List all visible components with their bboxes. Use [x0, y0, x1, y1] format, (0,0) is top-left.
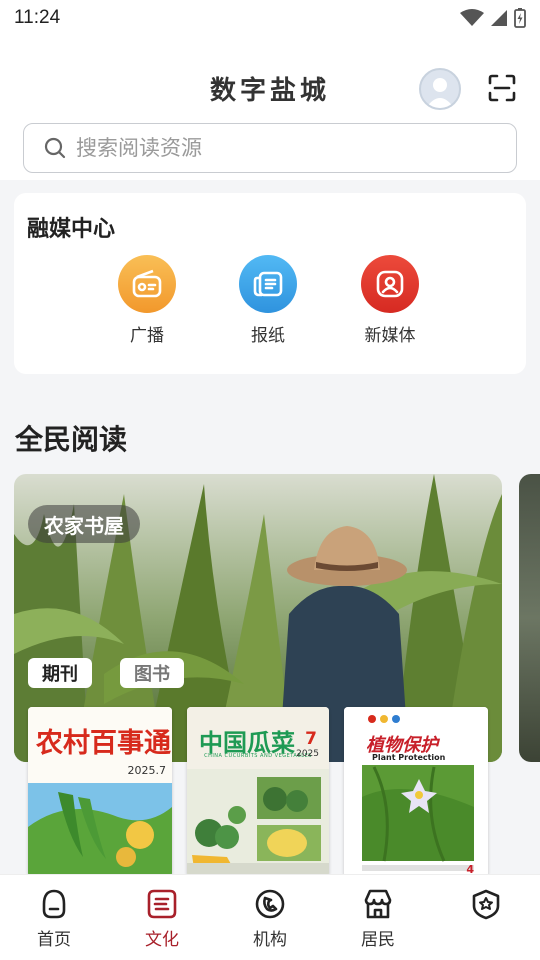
nav-service[interactable]: [432, 875, 540, 960]
battery-icon: [514, 8, 526, 28]
scan-icon: [488, 74, 516, 102]
search-input[interactable]: [76, 136, 476, 160]
radio-icon: [132, 269, 162, 298]
tab-books[interactable]: 图书: [120, 658, 184, 688]
status-time: 11:24: [14, 7, 61, 28]
reading-banner-next[interactable]: [519, 474, 540, 762]
search-icon: [44, 137, 66, 159]
book-subtitle: Plant Protection: [372, 753, 446, 762]
banner-tag: 农家书屋: [28, 505, 140, 543]
status-bar: 11:24: [0, 0, 540, 36]
media-center-card: 融媒中心 广播 报纸 新媒体: [14, 193, 526, 374]
book-cover[interactable]: 植物保护 Plant Protection 4: [344, 707, 488, 877]
tab-periodicals[interactable]: 期刊: [28, 658, 92, 688]
media-circle: [118, 255, 176, 313]
reading-section-title: 全民阅读: [15, 423, 128, 456]
wifi-icon: [460, 9, 484, 26]
newspaper-icon: [253, 271, 283, 297]
bottom-nav: 首页 文化 机构 居民: [0, 874, 540, 960]
nav-label: 居民: [361, 930, 395, 950]
culture-icon: [145, 887, 179, 921]
book-cover[interactable]: 农村百事通 2025.7: [28, 707, 172, 877]
media-circle: [361, 255, 419, 313]
book-cover[interactable]: 中国瓜菜 CHINA CUCURBITS AND VEGETABLES 7 20…: [187, 707, 329, 877]
service-icon: [469, 887, 503, 921]
nav-institution[interactable]: 机构: [216, 875, 324, 960]
signal-icon: [491, 10, 507, 26]
app-header: 数字盐城: [0, 36, 540, 180]
nav-label: 机构: [253, 930, 287, 950]
book-issue-number: 7: [305, 729, 317, 749]
institution-icon: [253, 887, 287, 921]
media-item-new-media[interactable]: 新媒体: [345, 255, 435, 346]
nav-resident[interactable]: 居民: [324, 875, 432, 960]
resident-icon: [361, 887, 395, 921]
nav-label: 首页: [37, 930, 71, 950]
media-item-label: 报纸: [251, 326, 285, 346]
nav-home[interactable]: 首页: [0, 875, 108, 960]
home-icon: [37, 887, 71, 921]
nav-label: 文化: [145, 930, 179, 950]
book-title: 农村百事通: [36, 728, 171, 759]
book-year: 2025: [296, 749, 319, 759]
media-item-label: 广播: [130, 326, 164, 346]
new-media-icon: [376, 270, 404, 298]
book-issue: 2025.7: [127, 764, 167, 777]
media-center-title: 融媒中心: [27, 217, 116, 242]
status-icons: [460, 8, 526, 28]
nav-culture[interactable]: 文化: [108, 875, 216, 960]
avatar[interactable]: [419, 68, 461, 110]
user-avatar-icon: [426, 78, 454, 108]
media-item-radio[interactable]: 广播: [102, 255, 192, 346]
scan-button[interactable]: [488, 74, 516, 102]
media-circle: [239, 255, 297, 313]
search-bar[interactable]: [23, 123, 517, 173]
media-item-label: 新媒体: [364, 326, 416, 346]
media-item-newspaper[interactable]: 报纸: [223, 255, 313, 346]
